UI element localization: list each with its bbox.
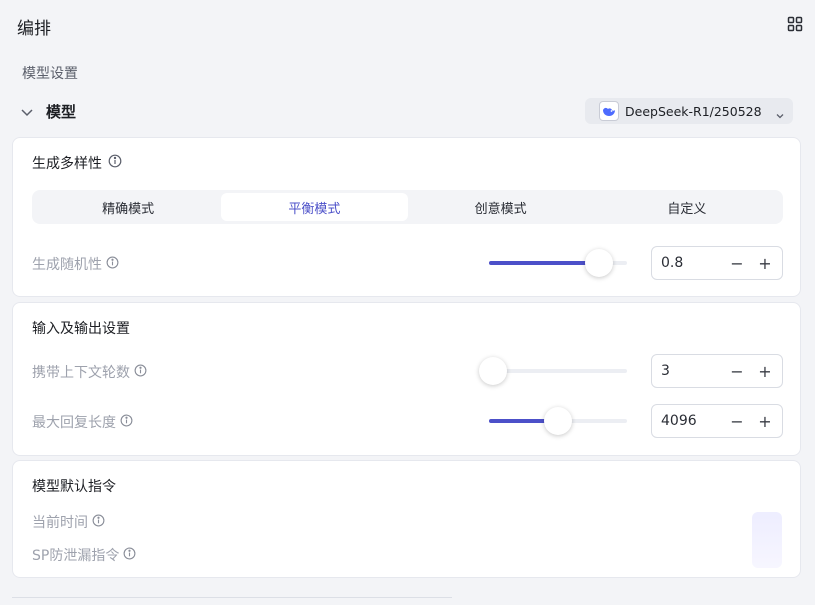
io-title: 输入及输出设置	[32, 321, 130, 337]
panel-header: 编排	[0, 0, 815, 52]
decrement-button[interactable]: −	[723, 247, 751, 279]
dropdown-arrow-icon	[775, 106, 785, 119]
randomness-label: 生成随机性	[32, 257, 102, 273]
mode-option-balanced[interactable]: 平衡模式	[221, 193, 408, 221]
randomness-label-row: 生成随机性	[32, 254, 119, 274]
bottom-divider	[12, 597, 452, 598]
deepseek-logo-icon	[599, 101, 619, 121]
info-icon[interactable]	[108, 154, 122, 172]
io-title-row: 输入及输出设置	[32, 318, 130, 338]
max-length-label: 最大回复长度	[32, 415, 116, 431]
max-length-value[interactable]: 4096	[652, 413, 723, 429]
slider-thumb[interactable]	[544, 407, 572, 435]
context-rounds-slider[interactable]	[479, 357, 627, 385]
info-icon[interactable]	[123, 547, 136, 564]
sp-leak-row: SP防泄漏指令	[32, 545, 136, 565]
max-length-row: 最大回复长度 4096 − +	[32, 404, 783, 438]
increment-button[interactable]: +	[751, 405, 779, 437]
mode-option-custom[interactable]: 自定义	[594, 193, 780, 221]
defaults-title: 模型默认指令	[32, 479, 116, 495]
context-rounds-value[interactable]: 3	[652, 363, 723, 379]
randomness-stepper: 0.8 − +	[651, 246, 783, 280]
increment-button[interactable]: +	[751, 247, 779, 279]
randomness-row: 生成随机性 0.8 − +	[32, 246, 783, 280]
chevron-down-icon[interactable]	[20, 104, 34, 118]
model-label: 模型	[46, 102, 77, 121]
model-select-value: DeepSeek-R1/250528	[625, 103, 762, 119]
model-settings-label: 模型设置	[22, 66, 78, 82]
default-instructions-card: 模型默认指令 当前时间 SP防泄漏指令	[12, 460, 801, 578]
context-rounds-label: 携带上下文轮数	[32, 365, 130, 381]
diversity-card: 生成多样性 精确模式 平衡模式 创意模式 自定义 生成随机性 0.8 − +	[12, 137, 801, 297]
current-time-label: 当前时间	[32, 515, 88, 531]
toggle-placeholder	[752, 512, 782, 568]
info-icon[interactable]	[120, 414, 133, 431]
max-length-stepper: 4096 − +	[651, 404, 783, 438]
mode-option-creative[interactable]: 创意模式	[408, 193, 594, 221]
context-rounds-stepper: 3 − +	[651, 354, 783, 388]
grid-icon[interactable]	[787, 16, 803, 32]
diversity-title-row: 生成多样性	[32, 153, 122, 173]
max-length-slider[interactable]	[489, 407, 627, 435]
slider-thumb[interactable]	[479, 357, 508, 385]
decrement-button[interactable]: −	[723, 405, 751, 437]
io-settings-card: 输入及输出设置 携带上下文轮数 3 − + 最大回复长度 4096 − +	[12, 302, 801, 456]
randomness-value[interactable]: 0.8	[652, 255, 723, 271]
randomness-slider[interactable]	[489, 249, 627, 277]
max-length-label-row: 最大回复长度	[32, 412, 133, 432]
info-icon[interactable]	[92, 514, 105, 531]
defaults-title-row: 模型默认指令	[32, 476, 116, 496]
info-icon[interactable]	[134, 364, 147, 381]
decrement-button[interactable]: −	[723, 355, 751, 387]
increment-button[interactable]: +	[751, 355, 779, 387]
panel-title: 编排	[17, 18, 51, 39]
model-row: 模型 DeepSeek-R1/250528	[20, 97, 795, 125]
mode-option-precise[interactable]: 精确模式	[35, 193, 221, 221]
info-icon[interactable]	[106, 256, 119, 273]
diversity-mode-switch: 精确模式 平衡模式 创意模式 自定义	[32, 190, 783, 224]
context-rounds-label-row: 携带上下文轮数	[32, 362, 147, 382]
context-rounds-row: 携带上下文轮数 3 − +	[32, 354, 783, 388]
sp-leak-label: SP防泄漏指令	[32, 548, 120, 564]
model-select[interactable]: DeepSeek-R1/250528	[585, 98, 793, 124]
slider-fill	[489, 261, 600, 265]
diversity-title: 生成多样性	[32, 156, 102, 172]
current-time-row: 当前时间	[32, 512, 105, 532]
slider-track	[489, 369, 627, 373]
slider-thumb[interactable]	[585, 249, 614, 277]
